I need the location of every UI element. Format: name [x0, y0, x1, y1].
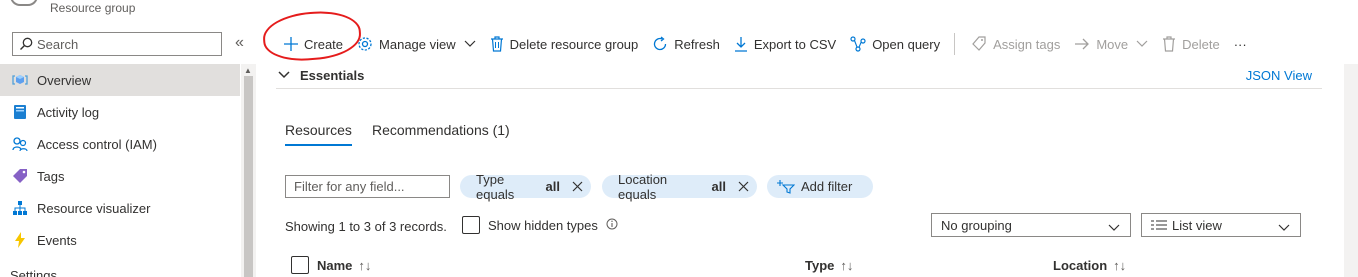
- tab-resources[interactable]: Resources: [285, 122, 352, 146]
- sidebar-item-events[interactable]: Events: [0, 224, 240, 256]
- chevron-down-icon[interactable]: [278, 68, 290, 83]
- export-csv-button[interactable]: Export to CSV: [734, 33, 836, 55]
- delete-button[interactable]: Delete: [1162, 33, 1220, 55]
- delete-resource-group-button[interactable]: Delete resource group: [490, 33, 638, 55]
- sidebar-item-label: Overview: [37, 72, 92, 88]
- activity-log-icon: [11, 103, 29, 121]
- column-header-type[interactable]: Type ↑↓: [805, 258, 853, 273]
- manage-view-button[interactable]: Manage view: [357, 33, 476, 55]
- sidebar-section-settings: Settings: [10, 268, 57, 277]
- hierarchy-icon: [11, 199, 29, 217]
- close-icon[interactable]: [738, 181, 749, 192]
- main-scrollbar[interactable]: [1344, 64, 1358, 277]
- sidebar-item-label: Resource visualizer: [37, 200, 151, 216]
- gear-icon: [357, 36, 373, 52]
- chevron-down-icon: [1136, 40, 1148, 48]
- close-icon[interactable]: [572, 181, 583, 192]
- open-query-button[interactable]: Open query: [850, 33, 940, 55]
- sidebar-nav: Overview Activity log Access control (IA…: [0, 64, 240, 256]
- sidebar-item-activity-log[interactable]: Activity log: [0, 96, 240, 128]
- page-subtitle: Resource group: [50, 1, 136, 15]
- chevron-down-icon: [464, 40, 476, 48]
- tag-outline-icon: [971, 36, 987, 52]
- assign-tags-button[interactable]: Assign tags: [971, 33, 1060, 55]
- json-view-link[interactable]: JSON View: [1246, 68, 1312, 83]
- trash-icon: [1162, 36, 1176, 52]
- refresh-icon: [652, 36, 668, 52]
- collapse-sidebar-button[interactable]: «: [235, 34, 244, 52]
- sidebar-item-label: Access control (IAM): [37, 136, 157, 152]
- info-icon[interactable]: [606, 218, 618, 233]
- sidebar-item-access-control[interactable]: Access control (IAM): [0, 128, 240, 160]
- lightning-icon: [11, 231, 29, 249]
- grouping-dropdown[interactable]: No grouping: [931, 213, 1131, 237]
- add-filter-button[interactable]: Add filter: [767, 175, 873, 198]
- sidebar-search[interactable]: [12, 32, 222, 56]
- resource-group-logo-icon: [10, 0, 38, 6]
- command-bar: Create Manage view Delete resource group…: [284, 33, 1261, 55]
- sidebar-item-label: Tags: [37, 168, 65, 184]
- show-hidden-checkbox[interactable]: [462, 216, 480, 234]
- scroll-up-icon[interactable]: ▲: [244, 66, 252, 75]
- sidebar-scrollbar[interactable]: ▲: [241, 64, 256, 277]
- move-button[interactable]: Move: [1074, 33, 1148, 55]
- download-icon: [734, 36, 748, 52]
- column-header-location[interactable]: Location ↑↓: [1053, 258, 1126, 273]
- show-hidden-types[interactable]: Show hidden types: [462, 216, 618, 234]
- sidebar-item-label: Activity log: [37, 104, 100, 120]
- sidebar-item-label: Events: [37, 232, 77, 248]
- sort-icon[interactable]: ↑↓: [1113, 258, 1126, 273]
- essentials-label: Essentials: [300, 68, 365, 83]
- add-filter-icon: [777, 179, 795, 194]
- more-options-button[interactable]: ···: [1234, 33, 1247, 55]
- sort-icon[interactable]: ↑↓: [358, 258, 371, 273]
- sidebar-item-tags[interactable]: Tags: [0, 160, 240, 192]
- tab-recommendations[interactable]: Recommendations (1): [372, 122, 510, 138]
- location-filter-pill[interactable]: Location equals all: [602, 172, 757, 202]
- create-button[interactable]: Create: [284, 33, 343, 55]
- plus-icon: [284, 37, 298, 51]
- essentials-header[interactable]: Essentials JSON View: [276, 64, 1322, 89]
- select-all-checkbox[interactable]: [291, 256, 309, 274]
- sidebar-item-overview[interactable]: Overview: [0, 64, 240, 96]
- records-count: Showing 1 to 3 of 3 records.: [285, 219, 447, 234]
- sidebar-scroll-thumb[interactable]: [244, 76, 253, 277]
- toolbar-divider: [954, 33, 956, 55]
- search-input[interactable]: [37, 36, 217, 52]
- overview-cube-icon: [11, 71, 29, 89]
- chevron-down-icon: [1108, 220, 1120, 235]
- sort-icon[interactable]: ↑↓: [840, 258, 853, 273]
- trash-icon: [490, 36, 504, 52]
- column-header-name[interactable]: Name ↑↓: [317, 258, 371, 273]
- sidebar-item-resource-visualizer[interactable]: Resource visualizer: [0, 192, 240, 224]
- refresh-button[interactable]: Refresh: [652, 33, 720, 55]
- filter-field[interactable]: [285, 175, 450, 198]
- list-view-icon: [1151, 220, 1167, 230]
- view-dropdown[interactable]: List view: [1141, 213, 1301, 237]
- type-filter-pill[interactable]: Type equals all: [460, 172, 591, 202]
- search-icon: [19, 37, 33, 54]
- query-graph-icon: [850, 36, 866, 52]
- arrow-right-icon: [1074, 38, 1090, 50]
- chevron-down-icon: [1278, 220, 1290, 235]
- tag-icon: [11, 167, 29, 185]
- filter-input[interactable]: [286, 176, 449, 197]
- people-icon: [11, 135, 29, 153]
